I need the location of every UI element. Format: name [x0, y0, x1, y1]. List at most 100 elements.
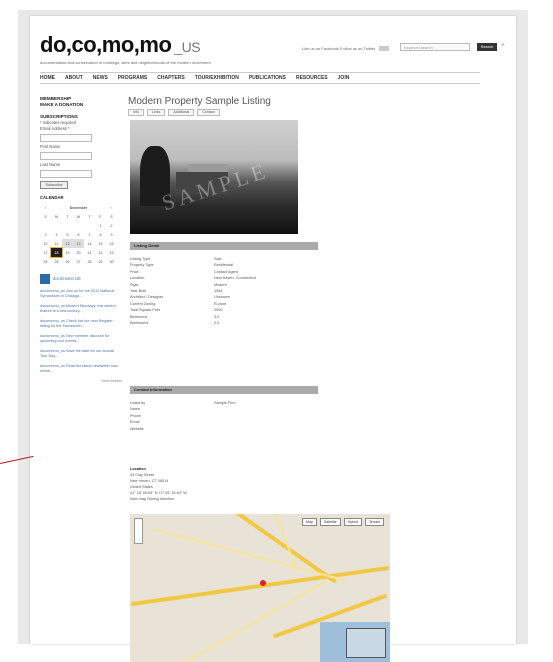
calendar-day[interactable]: 14 [84, 239, 95, 248]
calendar-day[interactable]: 4 [51, 230, 62, 239]
calendar-day[interactable]: 11 [51, 239, 62, 248]
tweet[interactable]: docomomo_us Modern Mondays: this week's … [40, 304, 122, 314]
calendar-day[interactable]: 3 [40, 230, 51, 239]
first-name-field[interactable] [40, 152, 92, 160]
detail-row: Website [130, 426, 236, 432]
property-photo[interactable]: SAMPLE [130, 120, 298, 234]
listing-detail-table: Listing Type Sale Property Type Residential… [130, 256, 256, 326]
calendar-day[interactable]: 28 [84, 257, 95, 266]
calendar-day[interactable]: 27 [73, 257, 84, 266]
email-label: Email Address * [40, 126, 70, 131]
calendar-day[interactable]: 26 [62, 257, 73, 266]
tab-info[interactable]: Info [128, 109, 144, 116]
calendar-weekday: T [66, 214, 69, 219]
tweet[interactable]: docomomo_us Join us for the 2012 Nationa… [40, 289, 122, 299]
social-links[interactable]: Like us on Facebook Follow us on Twitter [302, 46, 390, 51]
nav-item-chapters[interactable]: CHAPTERS [157, 75, 185, 81]
calendar-day[interactable]: 29 [95, 257, 106, 266]
contact-info-header: Contact Information [130, 386, 318, 394]
contact-info-table: Listed by Sample Firm Name Phone Email Websit… [130, 400, 236, 432]
calendar-day[interactable]: 5 [62, 230, 73, 239]
calendar-day[interactable]: 30 [106, 257, 117, 266]
twitter-avatar[interactable] [40, 274, 50, 284]
calendar-day[interactable]: 18 [50, 247, 63, 258]
tweet[interactable]: docomomo_us Read the latest newsletter n… [40, 364, 122, 374]
tweet[interactable]: docomomo_us Check out our new Register l… [40, 319, 122, 329]
email-field[interactable] [40, 134, 92, 142]
calendar-weekday: M [55, 214, 58, 219]
calendar-day[interactable]: 23 [106, 248, 117, 257]
calendar-weekday: S [44, 214, 47, 219]
calendar-day[interactable]: 20 [73, 248, 84, 257]
calendar-day[interactable]: 15 [95, 239, 106, 248]
calendar-month: December [69, 205, 88, 210]
map-street [171, 579, 329, 662]
top-bar [0, 0, 553, 10]
nav-item-news[interactable]: NEWS [93, 75, 108, 81]
social-icon[interactable] [379, 46, 390, 51]
calendar-day[interactable]: 7 [84, 230, 95, 239]
sidebar: MEMBERSHIP MAKE A DONATION SUBSCRIPTIONS… [40, 96, 122, 384]
calendar-weekday: T [88, 214, 91, 219]
calendar-day[interactable]: 16 [106, 239, 117, 248]
listing-detail-header: Listing Detail [130, 242, 318, 250]
map[interactable]: Map Satellite Hybrid Terrain [130, 514, 390, 662]
tweet[interactable]: docomomo_us New member discount for upco… [40, 334, 122, 344]
map-overview-inset[interactable] [346, 628, 386, 658]
prev-month-icon[interactable]: ‹ [40, 203, 51, 212]
calendar-day [73, 221, 84, 230]
nav-item-resources[interactable]: RESOURCES [296, 75, 328, 81]
next-month-icon[interactable]: › [106, 203, 117, 212]
calendar-day[interactable]: 9 [106, 230, 117, 239]
nav-item-publications[interactable]: PUBLICATIONS [249, 75, 286, 81]
calendar-weekday: F [99, 214, 102, 219]
last-name-field[interactable] [40, 170, 92, 178]
plus-icon[interactable]: + [501, 42, 505, 49]
twitter-handle[interactable]: docomomo US [53, 276, 81, 282]
search-button[interactable]: Search [477, 43, 497, 51]
calendar-day[interactable]: 21 [84, 248, 95, 257]
listing-tabs: Info Links Additional Contact [128, 109, 508, 116]
calendar-day[interactable]: 22 [95, 248, 106, 257]
calendar-day[interactable]: 13 [73, 239, 84, 248]
map-type-hybrid[interactable]: Hybrid [343, 518, 363, 526]
tab-additional[interactable]: Additional [168, 109, 195, 116]
nav-item-tour-exhibition[interactable]: TOUR/EXHIBITION [195, 75, 239, 81]
calendar-day[interactable]: 1 [95, 221, 106, 230]
calendar-day[interactable]: 6 [73, 230, 84, 239]
map-pin-icon[interactable] [260, 580, 266, 586]
map-type-map[interactable]: Map [301, 518, 317, 526]
calendar-day[interactable]: 2 [106, 221, 117, 230]
address-line: New map Driving direction [130, 497, 175, 501]
more-tweets-link[interactable]: More tweets [40, 379, 122, 384]
calendar-weekday: W [76, 214, 81, 219]
calendar-day [51, 221, 62, 230]
calendar-day[interactable]: 19 [62, 248, 73, 257]
calendar-table: ‹ December › SMTWTFS 1 2 3 4 5 6 7 8 9 10 11 12 13 14 15… [40, 203, 117, 266]
tab-contact[interactable]: Contact [197, 109, 220, 116]
nav-item-join[interactable]: JOIN [338, 75, 350, 81]
search-input[interactable]: Keyword search [400, 43, 470, 51]
calendar-day[interactable]: 12 [62, 239, 73, 248]
first-name-label: First Name [40, 144, 61, 149]
calendar-day[interactable]: 8 [95, 230, 106, 239]
tweet[interactable]: docomomo_us Save the date for our annual… [40, 349, 122, 359]
tab-links[interactable]: Links [147, 109, 166, 116]
map-type-satellite[interactable]: Satellite [319, 518, 341, 526]
subscribe-button[interactable]: Subscribe [40, 181, 68, 189]
calendar-day[interactable]: 10 [40, 239, 51, 248]
map-zoom-control[interactable] [134, 518, 143, 544]
nav-item-programs[interactable]: PROGRAMS [118, 75, 147, 81]
detail-key: Bathrooms [130, 321, 149, 326]
map-type-buttons: Map Satellite Hybrid Terrain [301, 518, 384, 526]
calendar-day[interactable]: 24 [40, 257, 51, 266]
detail-value: 2.0 [214, 321, 220, 326]
calendar-day[interactable]: 17 [40, 248, 51, 257]
site-logo[interactable]: do,co,mo,mo _US [40, 32, 201, 58]
twitter-widget: docomomo US [40, 274, 122, 284]
calendar-day [84, 221, 95, 230]
nav-item-home[interactable]: HOME [40, 75, 55, 81]
map-type-terrain[interactable]: Terrain [365, 518, 384, 526]
calendar-day[interactable]: 25 [51, 257, 62, 266]
nav-item-about[interactable]: ABOUT [65, 75, 83, 81]
